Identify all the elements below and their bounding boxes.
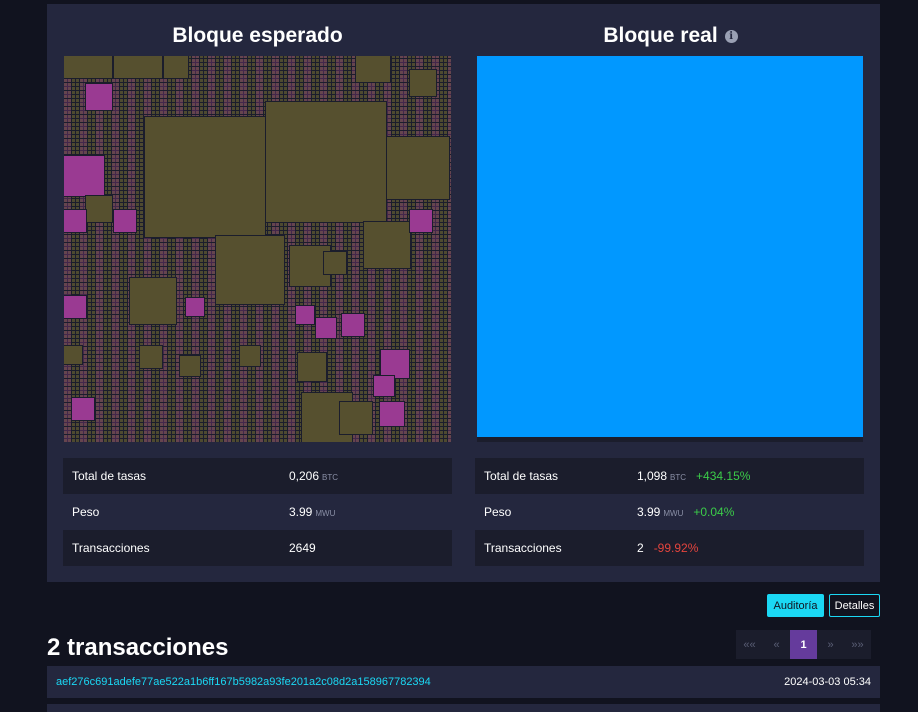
- treemap-tx-block[interactable]: [409, 209, 433, 233]
- expected-stats-table: Total de tasas 0,206 BTC Peso 3.99 MWU Tra…: [63, 458, 452, 566]
- pager-page-1[interactable]: 1: [790, 630, 817, 659]
- tx-timestamp: 2024-03-03 05:34: [784, 676, 871, 688]
- treemap-tx-block[interactable]: [113, 56, 163, 79]
- treemap-tx-block[interactable]: [215, 235, 285, 305]
- stat-label: Transacciones: [72, 541, 150, 555]
- treemap-tx-block[interactable]: [85, 83, 113, 111]
- pager-prev[interactable]: «: [763, 630, 790, 659]
- transactions-title: 2 transacciones: [47, 634, 229, 661]
- treemap-tx-block[interactable]: [71, 397, 95, 421]
- treemap-tx-block[interactable]: [379, 401, 405, 427]
- treemap-tx-block[interactable]: [85, 195, 113, 223]
- treemap-tx-block[interactable]: [64, 155, 105, 197]
- delta-badge: +434.15%: [696, 469, 751, 483]
- stat-value: 2649: [289, 541, 316, 555]
- txid-link[interactable]: aef276c691adefe77ae522a1b6ff167b5982a93f…: [56, 676, 431, 688]
- treemap-tx-block[interactable]: [323, 251, 347, 275]
- treemap-tx-block[interactable]: [64, 345, 83, 365]
- treemap-tx-block[interactable]: [64, 56, 113, 79]
- treemap-tx-block[interactable]: [185, 297, 205, 317]
- actual-block-base: [477, 437, 863, 442]
- treemap-tx-block[interactable]: [129, 277, 177, 325]
- treemap-tx-block[interactable]: [297, 352, 327, 382]
- treemap-tx-block[interactable]: [355, 56, 391, 83]
- treemap-tx-block[interactable]: [386, 136, 450, 200]
- actual-block-title: Bloque real i: [476, 24, 865, 48]
- expected-block-title: Bloque esperado: [172, 24, 343, 47]
- pager-next[interactable]: »: [817, 630, 844, 659]
- treemap-tx-block[interactable]: [341, 313, 365, 337]
- treemap-tx-block[interactable]: [295, 305, 315, 325]
- stat-value: 2 -99.92%: [637, 541, 699, 555]
- stat-row-weight: Peso 3.99 MWU: [63, 494, 452, 530]
- treemap-tx-block[interactable]: [64, 295, 87, 319]
- treemap-tx-block[interactable]: [179, 355, 201, 377]
- expected-block-treemap[interactable]: [64, 56, 451, 442]
- stat-label: Total de tasas: [72, 469, 147, 483]
- pager-first[interactable]: ««: [736, 630, 763, 659]
- treemap-tx-block[interactable]: [163, 56, 189, 79]
- treemap-tx-block[interactable]: [409, 69, 437, 97]
- treemap-tx-block[interactable]: [113, 209, 137, 233]
- stat-row-tx-count: Transacciones 2649: [63, 530, 452, 566]
- treemap-tx-block[interactable]: [144, 116, 266, 238]
- delta-badge: -99.92%: [653, 541, 699, 555]
- stat-row-tx-count: Transacciones 2 -99.92%: [475, 530, 864, 566]
- delta-badge: +0.04%: [693, 505, 735, 519]
- treemap-tx-block[interactable]: [363, 221, 411, 269]
- treemap-tx-block[interactable]: [315, 317, 337, 339]
- treemap-tx-block[interactable]: [64, 209, 87, 233]
- actual-stats-table: Total de tasas 1,098 BTC +434.15% Peso 3.9…: [475, 458, 864, 566]
- stat-value: 3.99 MWU +0.04%: [637, 505, 735, 519]
- stat-value: 1,098 BTC +434.15%: [637, 469, 751, 483]
- pagination: «« « 1 » »»: [736, 630, 871, 659]
- stat-row-fees: Total de tasas 0,206 BTC: [63, 458, 452, 494]
- info-icon[interactable]: i: [724, 29, 738, 43]
- stat-value: 0,206 BTC: [289, 469, 339, 483]
- stat-label: Peso: [72, 505, 100, 519]
- stat-label: Total de tasas: [484, 469, 559, 483]
- pager-last[interactable]: »»: [844, 630, 871, 659]
- transaction-row: aef276c691adefe77ae522a1b6ff167b5982a93f…: [47, 666, 880, 698]
- treemap-tx-block[interactable]: [339, 401, 373, 435]
- treemap-tx-block[interactable]: [380, 349, 410, 379]
- audit-button[interactable]: Auditoría: [767, 594, 824, 617]
- stat-label: Peso: [484, 505, 512, 519]
- transaction-row-next: [47, 704, 880, 712]
- stat-label: Transacciones: [484, 541, 562, 555]
- treemap-tx-block[interactable]: [239, 345, 261, 367]
- treemap-tx-block[interactable]: [373, 375, 395, 397]
- treemap-tx-block[interactable]: [139, 345, 163, 369]
- block-audit-panel: Bloque esperado Bloque real i Total de ta…: [47, 4, 880, 582]
- stat-row-fees: Total de tasas 1,098 BTC +434.15%: [475, 458, 864, 494]
- actual-block-treemap[interactable]: [477, 56, 863, 442]
- details-button[interactable]: Detalles: [829, 594, 880, 617]
- stat-row-weight: Peso 3.99 MWU +0.04%: [475, 494, 864, 530]
- treemap-tx-block[interactable]: [265, 101, 387, 223]
- stat-value: 3.99 MWU: [289, 505, 336, 519]
